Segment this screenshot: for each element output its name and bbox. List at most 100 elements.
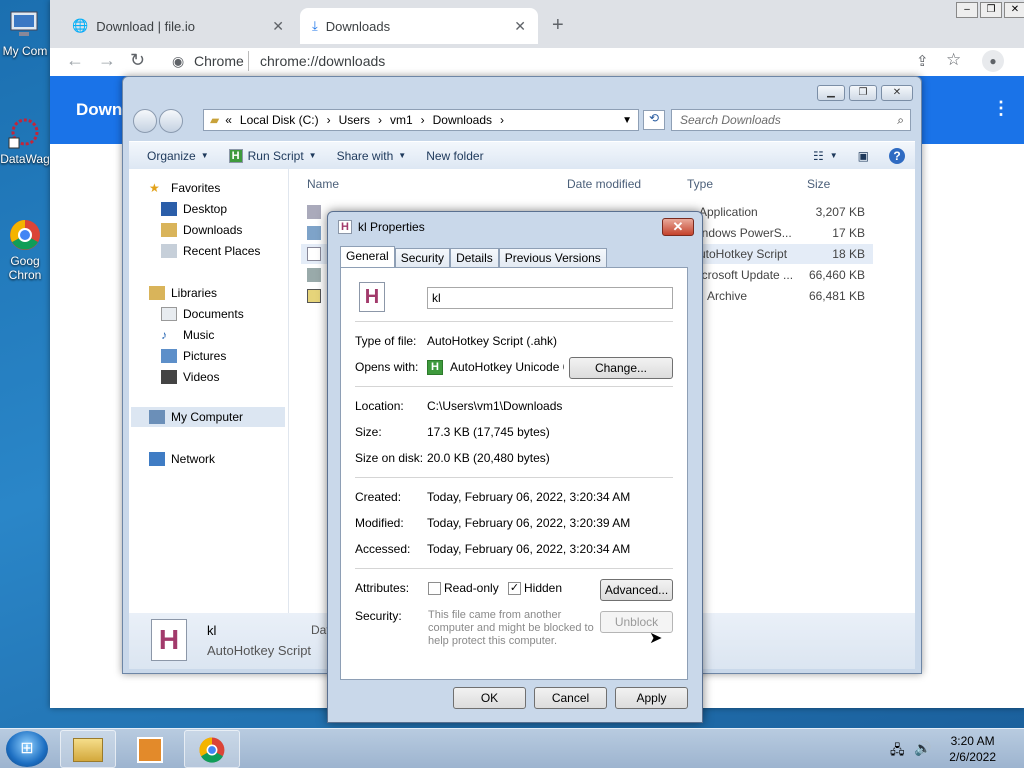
nav-downloads[interactable]: Downloads <box>161 223 242 237</box>
taskbar-explorer[interactable] <box>60 730 116 768</box>
file-name-input[interactable]: kl <box>427 287 673 309</box>
back-button[interactable]: ← <box>66 50 84 71</box>
close-icon[interactable]: ✕ <box>272 18 284 35</box>
nav-favorites[interactable]: ★ Favorites <box>149 181 220 195</box>
tab-downloads[interactable]: ⤓ Downloads ✕ <box>300 8 538 44</box>
desktop-icon-chrome[interactable]: Goog Chron <box>0 218 50 282</box>
advanced-button[interactable]: Advanced... <box>600 579 673 601</box>
nav-label: Recent Places <box>183 244 261 258</box>
change-button[interactable]: Change... <box>569 357 673 379</box>
share-icon[interactable]: ⇪ <box>916 52 929 70</box>
search-placeholder: Search Downloads <box>680 113 781 127</box>
refresh-icon[interactable]: ⟲ <box>643 110 665 130</box>
taskbar-chrome[interactable] <box>184 730 240 768</box>
column-header-name[interactable]: Name <box>307 177 339 191</box>
navigation-pane: ★ Favorites Desktop Downloads Recent Plac… <box>129 169 289 613</box>
separator <box>355 477 673 478</box>
start-button[interactable]: ⊞ <box>6 731 48 767</box>
ahk-icon: H <box>338 220 352 234</box>
taskbar-media-player[interactable] <box>122 730 178 768</box>
organize-button[interactable]: Organize ▼ <box>137 149 219 163</box>
tab-previous-versions[interactable]: Previous Versions <box>498 248 607 268</box>
tab-fileio[interactable]: 🌐 Download | file.io ✕ <box>60 8 296 44</box>
run-script-button[interactable]: H Run Script ▼ <box>219 148 327 163</box>
file-size: 66,460 KB <box>808 268 865 282</box>
breadcrumb-item[interactable]: vm1 <box>390 113 413 127</box>
star-icon[interactable]: ☆ <box>946 50 961 70</box>
reload-button[interactable]: ↻ <box>130 50 145 71</box>
desktop-icon-datawag[interactable]: DataWag <box>0 116 50 166</box>
datawag-icon <box>7 116 43 150</box>
more-menu-icon[interactable]: ⋮ <box>992 98 1010 119</box>
chrome-toolbar: ← → ↻ ◉ Chrome chrome://downloads ⇪ ☆ ● <box>50 48 1024 76</box>
share-with-button[interactable]: Share with ▼ <box>327 149 417 163</box>
chrome-icon <box>7 218 43 252</box>
omnibox[interactable]: ◉ Chrome chrome://downloads <box>162 48 916 76</box>
tab-security[interactable]: Security <box>394 248 451 268</box>
tab-general[interactable]: General <box>340 246 395 268</box>
view-options-button[interactable]: ☷ ▼ <box>803 149 848 163</box>
nav-label: Desktop <box>183 202 228 216</box>
nav-my-computer[interactable]: My Computer <box>149 410 243 424</box>
location-label: Location: <box>355 399 404 413</box>
readonly-label: Read-only <box>444 581 499 595</box>
nav-music[interactable]: ♪ Music <box>161 328 214 342</box>
ok-button[interactable]: OK <box>453 687 526 709</box>
tab-details[interactable]: Details <box>450 248 499 268</box>
application-icon <box>307 205 321 219</box>
close-icon[interactable]: ✕ <box>514 18 526 35</box>
size-label: Size: <box>355 425 382 439</box>
minimize-button[interactable]: ▁ <box>817 85 845 101</box>
close-window-button[interactable]: ✕ <box>1004 2 1024 18</box>
clock[interactable]: 3:20 AM 2/6/2022 <box>949 733 996 765</box>
nav-recent-places[interactable]: Recent Places <box>161 244 260 258</box>
back-button[interactable] <box>133 109 157 133</box>
breadcrumb-item[interactable]: Downloads <box>433 113 492 127</box>
preview-pane-button[interactable]: ▣ <box>848 149 879 163</box>
restore-button[interactable]: ❐ <box>980 2 1002 18</box>
new-folder-button[interactable]: New folder <box>416 149 493 163</box>
chevron-down-icon[interactable]: ▼ <box>622 115 632 126</box>
details-file-name: kl <box>207 623 217 638</box>
nav-libraries[interactable]: Libraries <box>149 286 217 300</box>
forward-button[interactable] <box>159 109 183 133</box>
breadcrumb-item[interactable]: Users <box>339 113 370 127</box>
new-tab-button[interactable]: + <box>552 14 564 37</box>
apply-button[interactable]: Apply <box>615 687 688 709</box>
network-icon <box>149 452 165 466</box>
hidden-checkbox[interactable]: ✓ <box>508 582 521 595</box>
forward-button[interactable]: → <box>98 50 116 71</box>
organize-label: Organize <box>147 148 196 163</box>
column-header-date[interactable]: Date modified <box>567 177 641 191</box>
restore-button[interactable]: ❐ <box>849 85 877 101</box>
desktop-icon-my-computer[interactable]: My Com <box>0 8 50 58</box>
dialog-close-button[interactable]: ✕ <box>662 218 694 236</box>
column-header-type[interactable]: Type <box>687 177 713 191</box>
profile-avatar[interactable]: ● <box>982 50 1004 72</box>
close-window-button[interactable]: ✕ <box>881 85 913 101</box>
nav-pictures[interactable]: Pictures <box>161 349 226 363</box>
search-input[interactable]: Search Downloads ⌕ <box>671 109 911 131</box>
nav-documents[interactable]: Documents <box>161 307 244 321</box>
help-button[interactable]: ? <box>879 147 915 164</box>
column-header-size[interactable]: Size <box>807 177 830 191</box>
ahk-file-icon <box>307 247 321 261</box>
opens-with-value: AutoHotkey Unicode 64 <box>450 360 564 374</box>
type-value: AutoHotkey Script (.ahk) <box>427 334 558 348</box>
network-tray-icon[interactable]: 🖧 <box>890 741 905 763</box>
cancel-button[interactable]: Cancel <box>534 687 607 709</box>
nav-desktop[interactable]: Desktop <box>161 202 227 216</box>
volume-icon[interactable]: 🔊 <box>914 740 931 757</box>
breadcrumb-item[interactable]: Local Disk (C:) <box>240 113 319 127</box>
share-with-label: Share with <box>336 148 394 163</box>
readonly-checkbox[interactable] <box>428 582 441 595</box>
minimize-button[interactable]: – <box>956 2 978 18</box>
mouse-cursor-icon: ➤ <box>649 630 663 647</box>
accessed-label: Accessed: <box>355 542 411 556</box>
nav-videos[interactable]: Videos <box>161 370 219 384</box>
nav-network[interactable]: Network <box>149 452 215 466</box>
chrome-icon <box>199 737 225 763</box>
address-bar[interactable]: ▰ « Local Disk (C:) › Users › vm1 › Down… <box>203 109 639 131</box>
videos-icon <box>161 370 177 384</box>
ahk-icon: H <box>427 360 443 375</box>
